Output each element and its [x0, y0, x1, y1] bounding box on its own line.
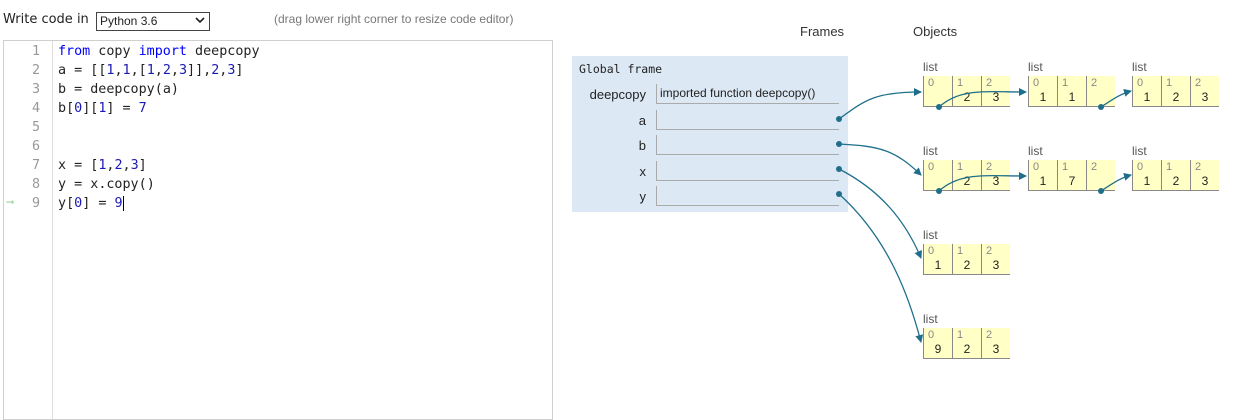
pointer-x-arrow — [838, 168, 922, 259]
pointer-b-arrow — [838, 143, 922, 176]
pointer-y-arrow — [838, 193, 924, 343]
pointer-a0-arrow — [938, 87, 1027, 108]
pointer-b0-arrow — [938, 171, 1027, 192]
pointer-a-arrow — [838, 88, 922, 120]
pointer-b02-arrow — [1100, 172, 1132, 192]
pointer-a02-arrow — [1100, 88, 1132, 108]
reference-arrows — [836, 87, 1132, 343]
